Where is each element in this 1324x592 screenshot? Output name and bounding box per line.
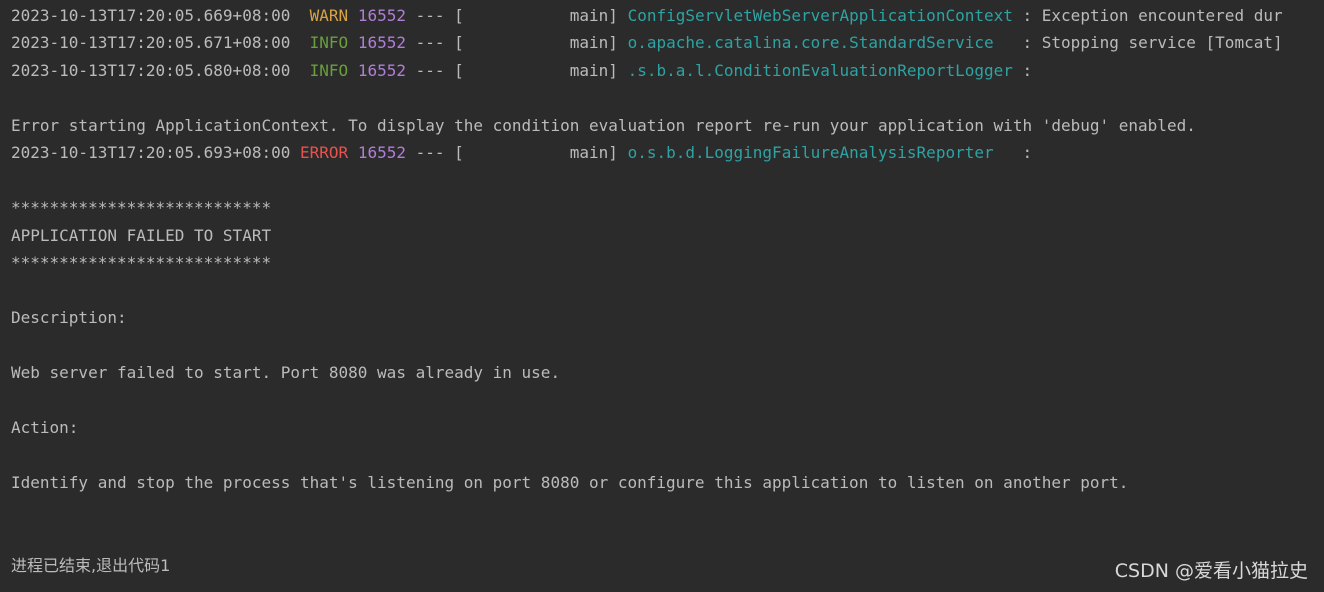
log-timestamp: 2023-10-13T17:20:05.669+08:00 <box>11 6 291 25</box>
log-thread: main] <box>463 6 618 25</box>
log-thread: main] <box>463 143 618 162</box>
description-label: Description: <box>11 308 127 327</box>
log-line-error: 2023-10-13T17:20:05.693+08:00 ERROR 1655… <box>11 143 1032 163</box>
log-logger: o.s.b.d.LoggingFailureAnalysisReporter <box>627 143 1013 162</box>
error-starting-message: Error starting ApplicationContext. To di… <box>11 116 1196 135</box>
log-message: : Stopping service [Tomcat] <box>1022 33 1283 52</box>
log-message: : Exception encountered dur <box>1022 6 1283 25</box>
banner-title: APPLICATION FAILED TO START <box>11 226 272 245</box>
log-level-warn: WARN <box>300 6 349 25</box>
log-timestamp: 2023-10-13T17:20:05.671+08:00 <box>11 33 291 52</box>
log-pid: 16552 <box>357 143 406 162</box>
log-level-error: ERROR <box>300 143 349 162</box>
log-line-warn: 2023-10-13T17:20:05.669+08:00 WARN 16552… <box>11 6 1283 26</box>
log-pid: 16552 <box>357 61 406 80</box>
action-text: Identify and stop the process that's lis… <box>11 473 1129 492</box>
log-logger: .s.b.a.l.ConditionEvaluationReportLogger <box>627 61 1013 80</box>
log-line-info: 2023-10-13T17:20:05.680+08:00 INFO 16552… <box>11 61 1032 81</box>
log-level-info: INFO <box>300 61 349 80</box>
log-separator: --- [ <box>415 61 464 80</box>
log-thread: main] <box>463 33 618 52</box>
log-separator: --- [ <box>415 6 464 25</box>
log-pid: 16552 <box>357 33 406 52</box>
log-pid: 16552 <box>357 6 406 25</box>
banner-stars-bottom: *************************** <box>11 253 272 272</box>
process-exit-message: 进程已结束,退出代码1 <box>11 556 171 575</box>
log-thread: main] <box>463 61 618 80</box>
action-label: Action: <box>11 418 79 437</box>
description-text: Web server failed to start. Port 8080 wa… <box>11 363 561 382</box>
log-message: : <box>1022 61 1033 80</box>
log-separator: --- [ <box>415 33 464 52</box>
log-logger: ConfigServletWebServerApplicationContext <box>627 6 1013 25</box>
log-timestamp: 2023-10-13T17:20:05.693+08:00 <box>11 143 291 162</box>
banner-stars-top: *************************** <box>11 198 272 217</box>
log-timestamp: 2023-10-13T17:20:05.680+08:00 <box>11 61 291 80</box>
log-logger: o.apache.catalina.core.StandardService <box>627 33 1013 52</box>
log-separator: --- [ <box>415 143 464 162</box>
csdn-watermark: CSDN @爱看小猫拉史 <box>1114 560 1308 582</box>
log-level-info: INFO <box>300 33 349 52</box>
log-message: : <box>1022 143 1033 162</box>
log-line-info: 2023-10-13T17:20:05.671+08:00 INFO 16552… <box>11 33 1283 53</box>
console-output: 2023-10-13T17:20:05.669+08:00 WARN 16552… <box>0 0 1324 592</box>
